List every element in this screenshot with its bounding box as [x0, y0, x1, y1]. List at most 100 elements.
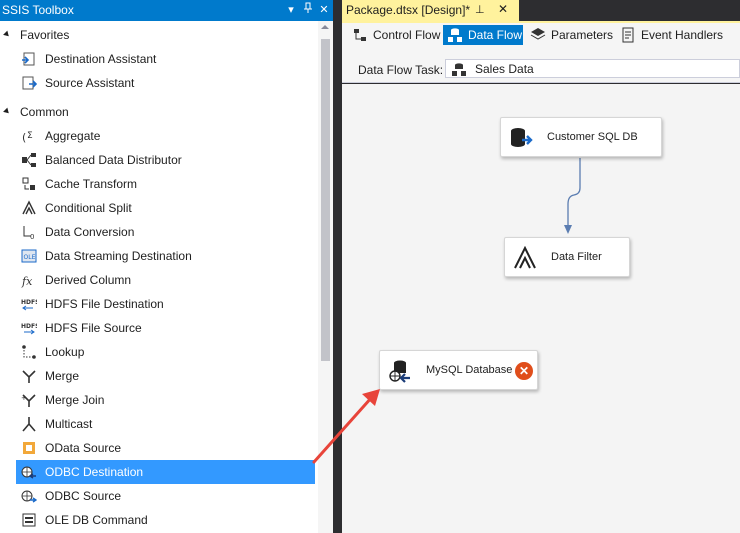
item-label: Lookup [45, 345, 85, 359]
source-assistant-icon [22, 76, 37, 90]
expanded-triangle-icon [3, 107, 11, 116]
group-header-favorites[interactable]: Favorites [0, 23, 318, 47]
odbc-destination-icon [389, 360, 410, 383]
window-position-dropdown-icon[interactable]: ▾ [283, 2, 299, 18]
data-streaming-icon: OLE [21, 249, 37, 263]
event-handlers-icon [622, 27, 634, 43]
toolbox-item-lookup[interactable]: Lookup [16, 340, 315, 364]
toolbox-item-balanced-data-distributor[interactable]: Balanced Data Distributor [16, 148, 315, 172]
toolbox-item-odbc-destination[interactable]: ODBC Destination [16, 460, 315, 484]
merge-icon [22, 370, 36, 383]
multicast-icon [22, 417, 36, 432]
item-label: Conditional Split [45, 201, 132, 215]
derived-column-icon: fx [21, 275, 33, 288]
tab-control-flow[interactable]: Control Flow [348, 25, 440, 45]
close-icon[interactable]: ✕ [316, 2, 332, 18]
data-flow-canvas[interactable]: Customer SQL DB Data Filter MySQL Databa… [342, 84, 740, 533]
tab-event-handlers[interactable]: Event Handlers [616, 25, 740, 45]
conditional-split-icon [22, 200, 36, 215]
component-customer-sql-db[interactable]: Customer SQL DB [500, 117, 662, 157]
toolbox-title: SSIS Toolbox [2, 3, 74, 17]
component-mysql-database[interactable]: MySQL Database ✕ [379, 350, 538, 390]
toolbox-item-multicast[interactable]: Multicast [16, 412, 315, 436]
data-flow-task-dropdown[interactable]: Sales Data [445, 59, 740, 78]
data-flow-task-label: Data Flow Task: [358, 63, 444, 77]
component-label: Data Filter [551, 251, 602, 263]
tab-label: Parameters [551, 28, 614, 42]
ole-db-command-icon [22, 513, 36, 527]
item-label: Data Streaming Destination [45, 249, 192, 263]
document-tab-package[interactable]: Package.dtsx [Design]* ⊥ ✕ [342, 0, 519, 21]
toolbox-item-conditional-split[interactable]: Conditional Split [16, 196, 315, 220]
package-designer: Package.dtsx [Design]* ⊥ ✕ Control Flow … [342, 0, 740, 533]
svg-text:HDFS: HDFS [21, 299, 37, 306]
toolbox-item-ole-db-command[interactable]: OLE DB Command [16, 508, 315, 532]
destination-assistant-icon [22, 52, 35, 66]
svg-text:OLE: OLE [24, 254, 36, 261]
hdfs-destination-icon: HDFS [21, 299, 37, 311]
tab-data-flow[interactable]: Data Flow [443, 25, 523, 45]
group-label: Common [20, 105, 69, 119]
item-label: HDFS File Destination [45, 297, 164, 311]
error-icon[interactable]: ✕ [515, 362, 533, 380]
item-label: Source Assistant [45, 76, 135, 90]
toolbox-item-list: Favorites Destination Assistant Source A… [0, 21, 318, 533]
odbc-destination-icon [21, 466, 36, 479]
data-flow-icon [448, 28, 462, 42]
svg-text:(: ( [22, 131, 26, 144]
auto-hide-pin-icon[interactable] [300, 2, 316, 18]
item-label: Merge Join [45, 393, 105, 407]
scroll-up-arrow-icon[interactable] [321, 25, 329, 29]
control-flow-icon [354, 29, 366, 41]
toolbox-item-cache-transform[interactable]: Cache Transform [16, 172, 315, 196]
data-flow-task-icon [452, 63, 466, 76]
toolbox-item-merge-join[interactable]: + Merge Join [16, 388, 315, 412]
component-label: MySQL Database [426, 364, 513, 376]
toolbox-item-odata-source[interactable]: OData Source [16, 436, 315, 460]
toolbox-item-odbc-source[interactable]: ODBC Source [16, 484, 315, 508]
pin-tab-icon[interactable]: ⊥ [475, 3, 485, 16]
toolbox-item-hdfs-file-source[interactable]: HDFS HDFS File Source [16, 316, 315, 340]
toolbox-item-destination-assistant[interactable]: Destination Assistant [16, 47, 315, 71]
item-label: Destination Assistant [45, 52, 157, 66]
svg-text:0: 0 [30, 233, 34, 240]
tab-label: Data Flow [468, 28, 523, 42]
data-flow-task-value: Sales Data [475, 62, 534, 76]
toolbox-item-aggregate[interactable]: (Σ Aggregate [16, 124, 315, 148]
balanced-distributor-icon [22, 153, 36, 167]
group-label: Favorites [20, 28, 70, 42]
database-source-icon [511, 128, 533, 147]
toolbox-item-merge[interactable]: Merge [16, 364, 315, 388]
item-label: Data Conversion [45, 225, 135, 239]
svg-text:+: + [21, 394, 27, 402]
toolbox-item-derived-column[interactable]: fx Derived Column [16, 268, 315, 292]
tab-parameters[interactable]: Parameters [526, 25, 614, 45]
close-tab-icon[interactable]: ✕ [498, 2, 508, 16]
toolbox-item-hdfs-file-destination[interactable]: HDFS HDFS File Destination [16, 292, 315, 316]
item-label: Merge [45, 369, 80, 383]
item-label: Derived Column [45, 273, 132, 287]
item-label: Balanced Data Distributor [45, 153, 182, 167]
merge-join-icon: + [21, 394, 36, 407]
parameters-icon [530, 28, 546, 40]
lookup-icon [22, 345, 36, 359]
item-label: ODBC Source [45, 489, 122, 503]
group-header-common[interactable]: Common [0, 100, 318, 124]
odata-source-icon [23, 442, 35, 454]
ssis-toolbox-pane: SSIS Toolbox ▾ ✕ Favorites Destination A… [0, 0, 333, 533]
conditional-split-icon [514, 246, 536, 269]
tab-label: Event Handlers [641, 28, 724, 42]
scrollbar-thumb[interactable] [321, 39, 330, 361]
item-label: ODBC Destination [45, 465, 144, 479]
item-label: OLE DB Command [45, 513, 148, 527]
data-conversion-icon: 0 [23, 226, 34, 240]
toolbox-title-bar[interactable]: SSIS Toolbox ▾ ✕ [0, 0, 333, 21]
svg-text:Σ: Σ [27, 131, 33, 141]
data-flow-task-bar: Data Flow Task: Sales Data [342, 47, 740, 83]
toolbox-item-data-conversion[interactable]: 0 Data Conversion [16, 220, 315, 244]
toolbox-item-source-assistant[interactable]: Source Assistant [16, 71, 315, 95]
svg-text:HDFS: HDFS [21, 323, 37, 330]
toolbox-item-data-streaming-destination[interactable]: OLE Data Streaming Destination [16, 244, 315, 268]
component-data-filter[interactable]: Data Filter [504, 237, 630, 277]
toolbox-scrollbar[interactable] [318, 21, 333, 533]
